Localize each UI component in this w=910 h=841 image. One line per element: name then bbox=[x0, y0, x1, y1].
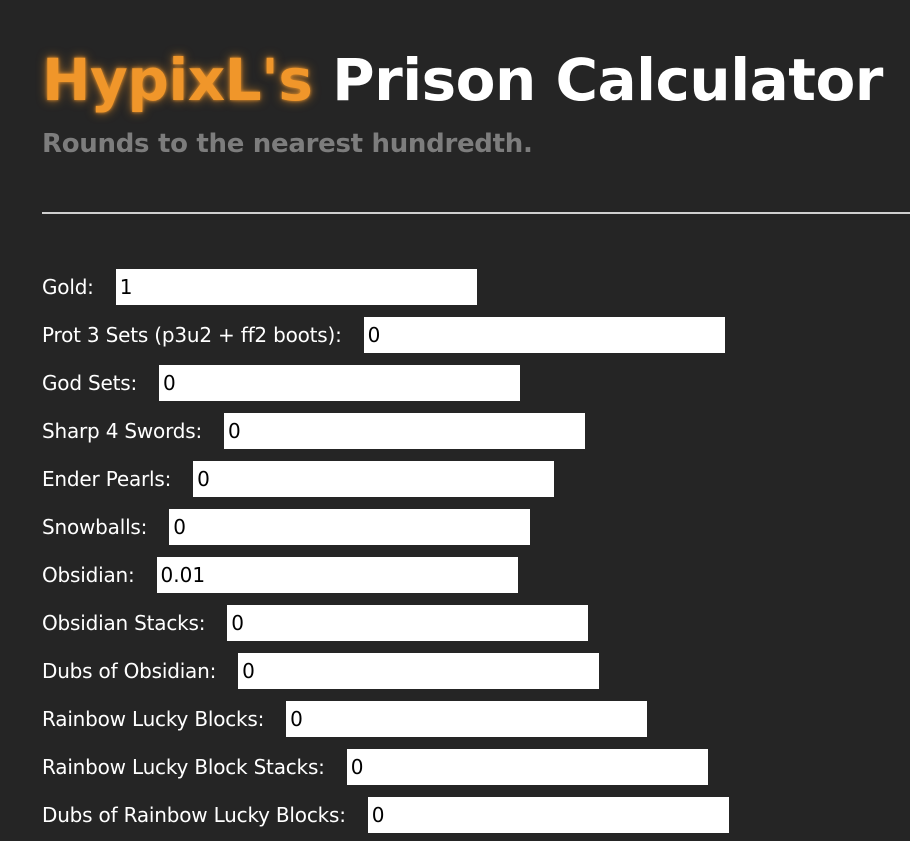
field-row-prot3-sets: Prot 3 Sets (p3u2 + ff2 boots): bbox=[42, 317, 910, 353]
field-row-dubs-obsidian: Dubs of Obsidian: bbox=[42, 653, 910, 689]
calculator-form: Gold: Prot 3 Sets (p3u2 + ff2 boots): Go… bbox=[42, 269, 910, 841]
field-label-ender-pearls: Ender Pearls: bbox=[42, 467, 172, 491]
field-row-rainbow-lucky-block-stacks: Rainbow Lucky Block Stacks: bbox=[42, 749, 910, 785]
snowballs-input[interactable] bbox=[169, 509, 531, 545]
field-row-dubs-rainbow-lucky-blocks: Dubs of Rainbow Lucky Blocks: bbox=[42, 797, 910, 833]
field-row-rainbow-lucky-blocks: Rainbow Lucky Blocks: bbox=[42, 701, 910, 737]
field-label-prot3-sets: Prot 3 Sets (p3u2 + ff2 boots): bbox=[42, 323, 342, 347]
title-rest: Prison Calculator bbox=[332, 46, 883, 114]
dubs-obsidian-input[interactable] bbox=[238, 653, 600, 689]
field-label-rainbow-lucky-block-stacks: Rainbow Lucky Block Stacks: bbox=[42, 755, 325, 779]
field-row-obsidian: Obsidian: bbox=[42, 557, 910, 593]
rainbow-lucky-block-stacks-input[interactable] bbox=[346, 749, 708, 785]
god-sets-input[interactable] bbox=[159, 365, 520, 401]
field-row-gold: Gold: bbox=[42, 269, 910, 305]
field-row-snowballs: Snowballs: bbox=[42, 509, 910, 545]
field-row-god-sets: God Sets: bbox=[42, 365, 910, 401]
field-row-ender-pearls: Ender Pearls: bbox=[42, 461, 910, 497]
field-label-sharp4-swords: Sharp 4 Swords: bbox=[42, 419, 202, 443]
field-label-obsidian: Obsidian: bbox=[42, 563, 135, 587]
field-label-dubs-rainbow-lucky-blocks: Dubs of Rainbow Lucky Blocks: bbox=[42, 803, 346, 827]
field-label-dubs-obsidian: Dubs of Obsidian: bbox=[42, 659, 217, 683]
ender-pearls-input[interactable] bbox=[193, 461, 555, 497]
field-label-snowballs: Snowballs: bbox=[42, 515, 148, 539]
gold-input[interactable] bbox=[115, 269, 477, 305]
prot3-sets-input[interactable] bbox=[363, 317, 725, 353]
field-label-obsidian-stacks: Obsidian Stacks: bbox=[42, 611, 206, 635]
rainbow-lucky-blocks-input[interactable] bbox=[286, 701, 648, 737]
divider bbox=[42, 212, 910, 214]
field-label-god-sets: God Sets: bbox=[42, 371, 137, 395]
page-subtitle: Rounds to the nearest hundredth. bbox=[42, 129, 533, 159]
sharp4-swords-input[interactable] bbox=[224, 413, 585, 449]
obsidian-stacks-input[interactable] bbox=[227, 605, 589, 641]
page-title: HypixL's Prison Calculator bbox=[42, 38, 883, 122]
field-label-gold: Gold: bbox=[42, 275, 94, 299]
field-row-sharp4-swords: Sharp 4 Swords: bbox=[42, 413, 910, 449]
dubs-rainbow-lucky-blocks-input[interactable] bbox=[367, 797, 729, 833]
obsidian-input[interactable] bbox=[156, 557, 518, 593]
title-brand: HypixL's bbox=[42, 46, 313, 114]
field-row-obsidian-stacks: Obsidian Stacks: bbox=[42, 605, 910, 641]
field-label-rainbow-lucky-blocks: Rainbow Lucky Blocks: bbox=[42, 707, 265, 731]
